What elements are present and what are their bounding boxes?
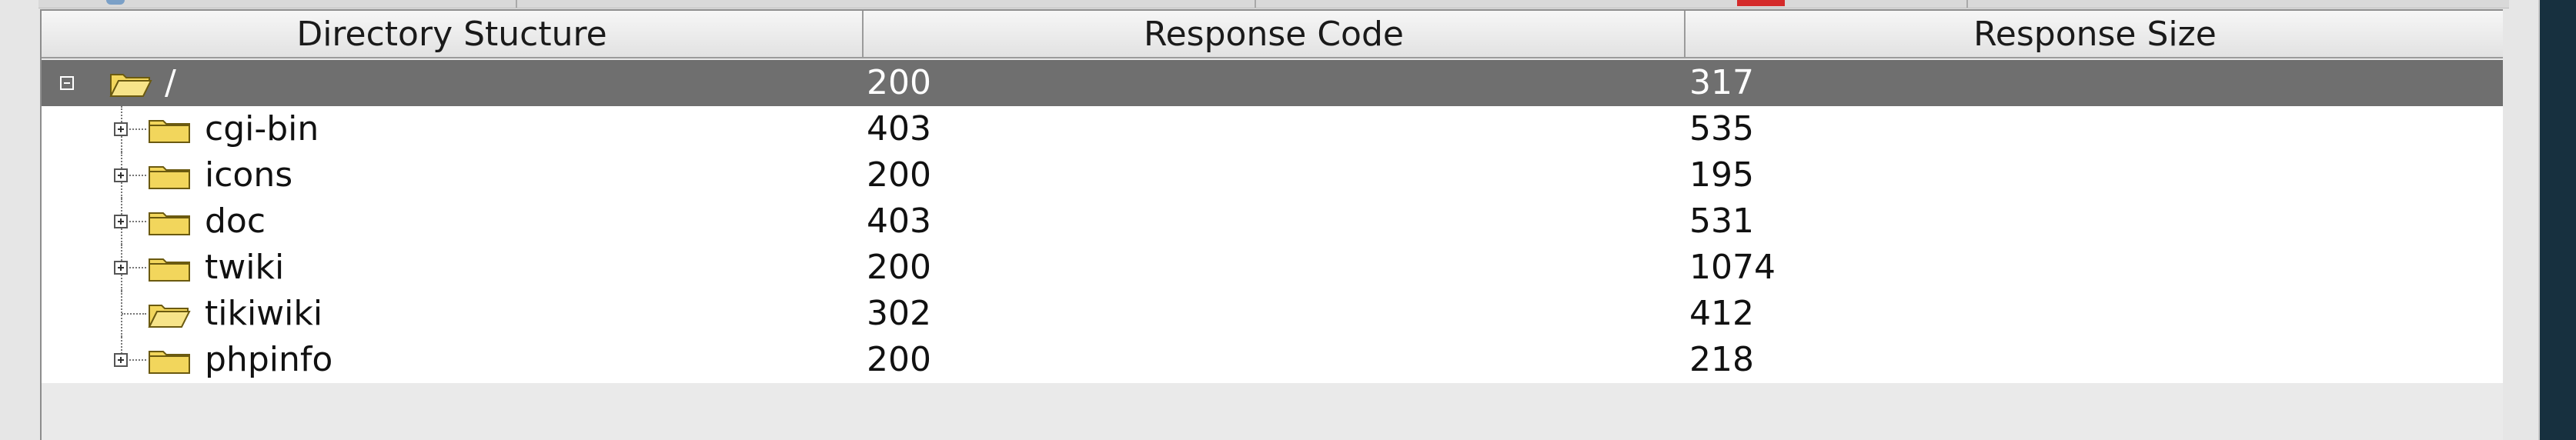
response-code: 302	[867, 294, 931, 333]
response-code-cell: 200	[867, 245, 1684, 291]
toolbar-separator	[1966, 0, 1968, 8]
expand-icon[interactable]	[114, 168, 128, 182]
response-code-cell: 403	[867, 198, 1684, 245]
tree-row-twiki[interactable]: twiki 200 1074	[42, 245, 2504, 291]
tree-row-label: /	[165, 63, 176, 102]
response-code-cell: 200	[867, 60, 1684, 106]
response-size-cell: 535	[1689, 106, 2505, 152]
folder-icon	[148, 255, 191, 282]
name-cell: cgi-bin	[42, 106, 860, 152]
tree-line	[129, 175, 146, 176]
response-size: 531	[1689, 202, 1754, 241]
column-header-response-code[interactable]: Response Code	[864, 11, 1686, 58]
response-size-cell: 195	[1689, 152, 2505, 198]
response-size-cell: 317	[1689, 60, 2505, 106]
folder-open-icon	[148, 301, 191, 328]
folder-icon	[148, 162, 191, 190]
response-code: 403	[867, 202, 931, 241]
response-code-cell: 302	[867, 291, 1684, 337]
response-code: 200	[867, 340, 931, 379]
folder-icon	[148, 116, 191, 144]
name-cell: /	[42, 60, 860, 106]
toolbar-separator	[1255, 0, 1256, 8]
response-size: 218	[1689, 340, 1754, 379]
response-code-cell: 200	[867, 337, 1684, 383]
response-size: 195	[1689, 155, 1754, 195]
tree-row-cgi-bin[interactable]: cgi-bin 403 535	[42, 106, 2504, 152]
expand-icon[interactable]	[114, 215, 128, 228]
column-header-directory[interactable]: Directory Stucture	[42, 11, 864, 58]
folder-icon	[148, 347, 191, 375]
application-window: Directory Stucture Response Code Respons…	[0, 0, 2540, 440]
tree-line	[129, 359, 146, 361]
name-cell: twiki	[42, 245, 860, 291]
tree-line	[129, 221, 146, 222]
folder-open-icon	[109, 70, 152, 98]
expand-icon[interactable]	[114, 353, 128, 367]
response-code-cell: 403	[867, 106, 1684, 152]
response-size: 1074	[1689, 248, 1776, 287]
tree-row-tikiwiki[interactable]: tikiwiki 302 412	[42, 291, 2504, 337]
tree-row-root[interactable]: / 200 317	[42, 60, 2504, 106]
name-cell: icons	[42, 152, 860, 198]
response-code-cell: 200	[867, 152, 1684, 198]
tree-row-label: phpinfo	[205, 340, 333, 379]
name-cell: doc	[42, 198, 860, 245]
folder-icon	[148, 208, 191, 236]
response-size-cell: 531	[1689, 198, 2505, 245]
tree-row-doc[interactable]: doc 403 531	[42, 198, 2504, 245]
tree-row-label: twiki	[205, 248, 285, 287]
expand-icon[interactable]	[114, 261, 128, 275]
response-code: 403	[867, 109, 931, 148]
response-code: 200	[867, 248, 931, 287]
toolbar-separator	[516, 0, 517, 8]
response-code: 200	[867, 155, 931, 195]
toolbar-strip	[38, 0, 2509, 8]
response-size-cell: 1074	[1689, 245, 2505, 291]
response-code: 200	[867, 63, 931, 102]
tree-line	[129, 267, 146, 268]
tree-row-icons[interactable]: icons 200 195	[42, 152, 2504, 198]
results-tree-table[interactable]: Directory Stucture Response Code Respons…	[40, 9, 2506, 440]
tab-icon	[106, 0, 125, 5]
response-size: 317	[1689, 63, 1754, 102]
response-size: 412	[1689, 294, 1754, 333]
tree-line	[129, 128, 146, 130]
tree-row-phpinfo[interactable]: phpinfo 200 218	[42, 337, 2504, 383]
tree-row-label: cgi-bin	[205, 109, 319, 148]
tree-row-label: doc	[205, 202, 266, 241]
alert-indicator-icon	[1737, 0, 1785, 6]
name-cell: phpinfo	[42, 337, 860, 383]
column-header-response-size[interactable]: Response Size	[1686, 11, 2504, 58]
tree-rows: / 200 317 cgi-bin 403 535 icons 200 195 …	[42, 60, 2504, 383]
tree-row-label: icons	[205, 155, 293, 195]
response-size-cell: 218	[1689, 337, 2505, 383]
expand-icon[interactable]	[114, 122, 128, 136]
table-empty-area	[42, 383, 2504, 440]
collapse-icon[interactable]	[60, 76, 74, 90]
response-size: 535	[1689, 109, 1754, 148]
name-cell: tikiwiki	[42, 291, 860, 337]
tree-row-label: tikiwiki	[205, 294, 323, 333]
response-size-cell: 412	[1689, 291, 2505, 337]
table-header: Directory Stucture Response Code Respons…	[42, 11, 2504, 58]
window-right-margin	[2503, 9, 2538, 440]
tree-line	[122, 313, 146, 315]
